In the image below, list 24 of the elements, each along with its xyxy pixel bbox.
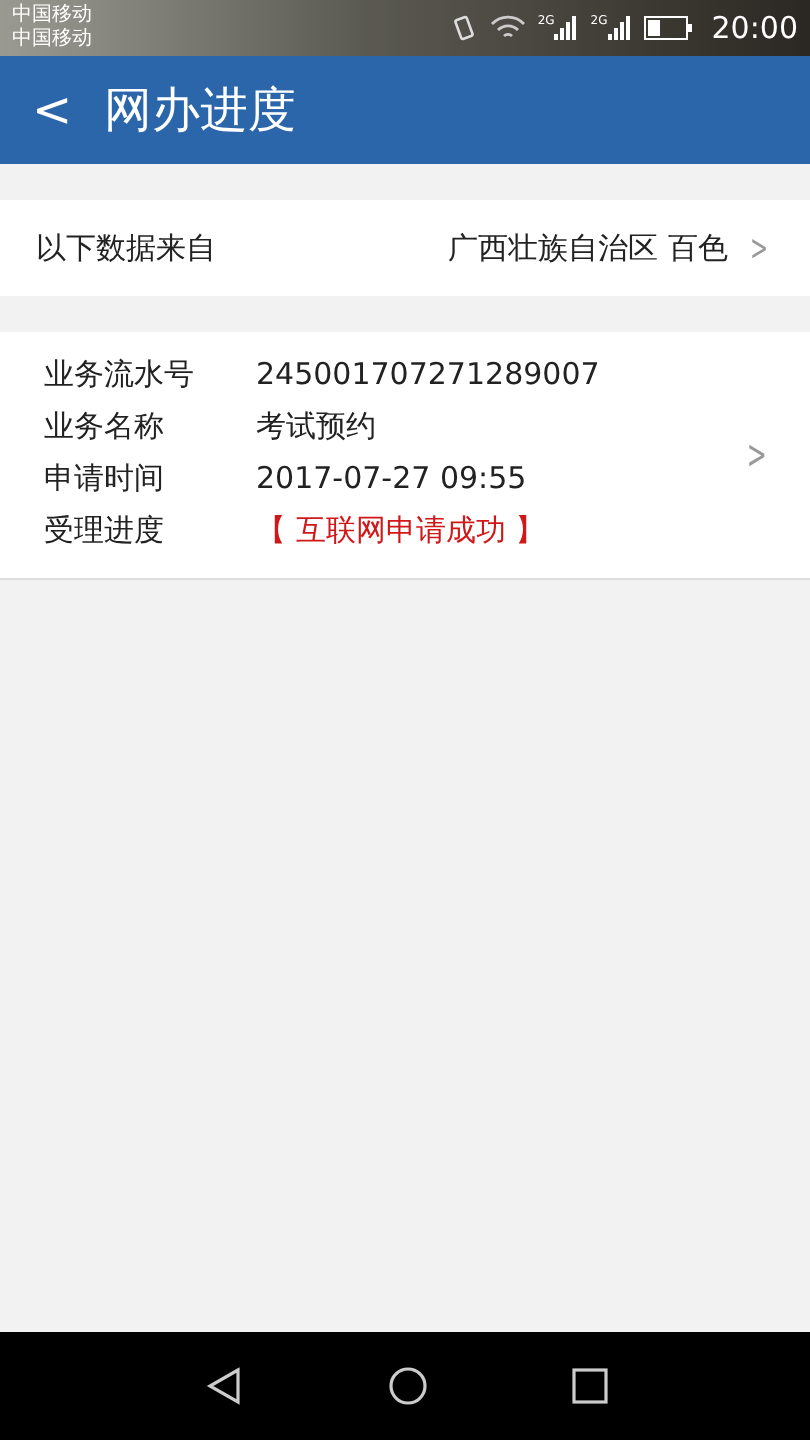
field-label: 申请时间: [44, 460, 166, 498]
field-value: 245001707271289007: [256, 356, 602, 394]
battery-icon: [643, 16, 692, 40]
chevron-icon: >: [749, 227, 768, 269]
clock-time: 20:00: [711, 10, 798, 46]
field-label: 业务名称: [44, 408, 166, 446]
field-value: 2017-07-27 09:55: [256, 460, 529, 498]
source-region[interactable]: 广西壮族自治区 百色: [448, 229, 728, 267]
wifi-icon: [489, 14, 526, 42]
recents-icon[interactable]: [571, 1368, 607, 1404]
signal-icon: [554, 16, 579, 40]
field-value: 考试预约: [256, 408, 378, 446]
page-title: 网办进度: [104, 80, 297, 142]
source-label: 以下数据来自: [36, 229, 216, 267]
field-label: 受理进度: [44, 512, 166, 550]
home-icon[interactable]: [387, 1366, 427, 1406]
status-text: 【 互联网申请成功 】: [256, 512, 548, 550]
carrier-name: 中国移动: [12, 4, 92, 27]
vibrate-icon: [449, 14, 478, 42]
field-label: 业务流水号: [44, 356, 196, 394]
carrier-name: 中国移动: [12, 28, 92, 52]
back-button[interactable]: <: [24, 82, 81, 138]
signal-icon: [607, 16, 632, 40]
back-icon[interactable]: [203, 1366, 243, 1406]
